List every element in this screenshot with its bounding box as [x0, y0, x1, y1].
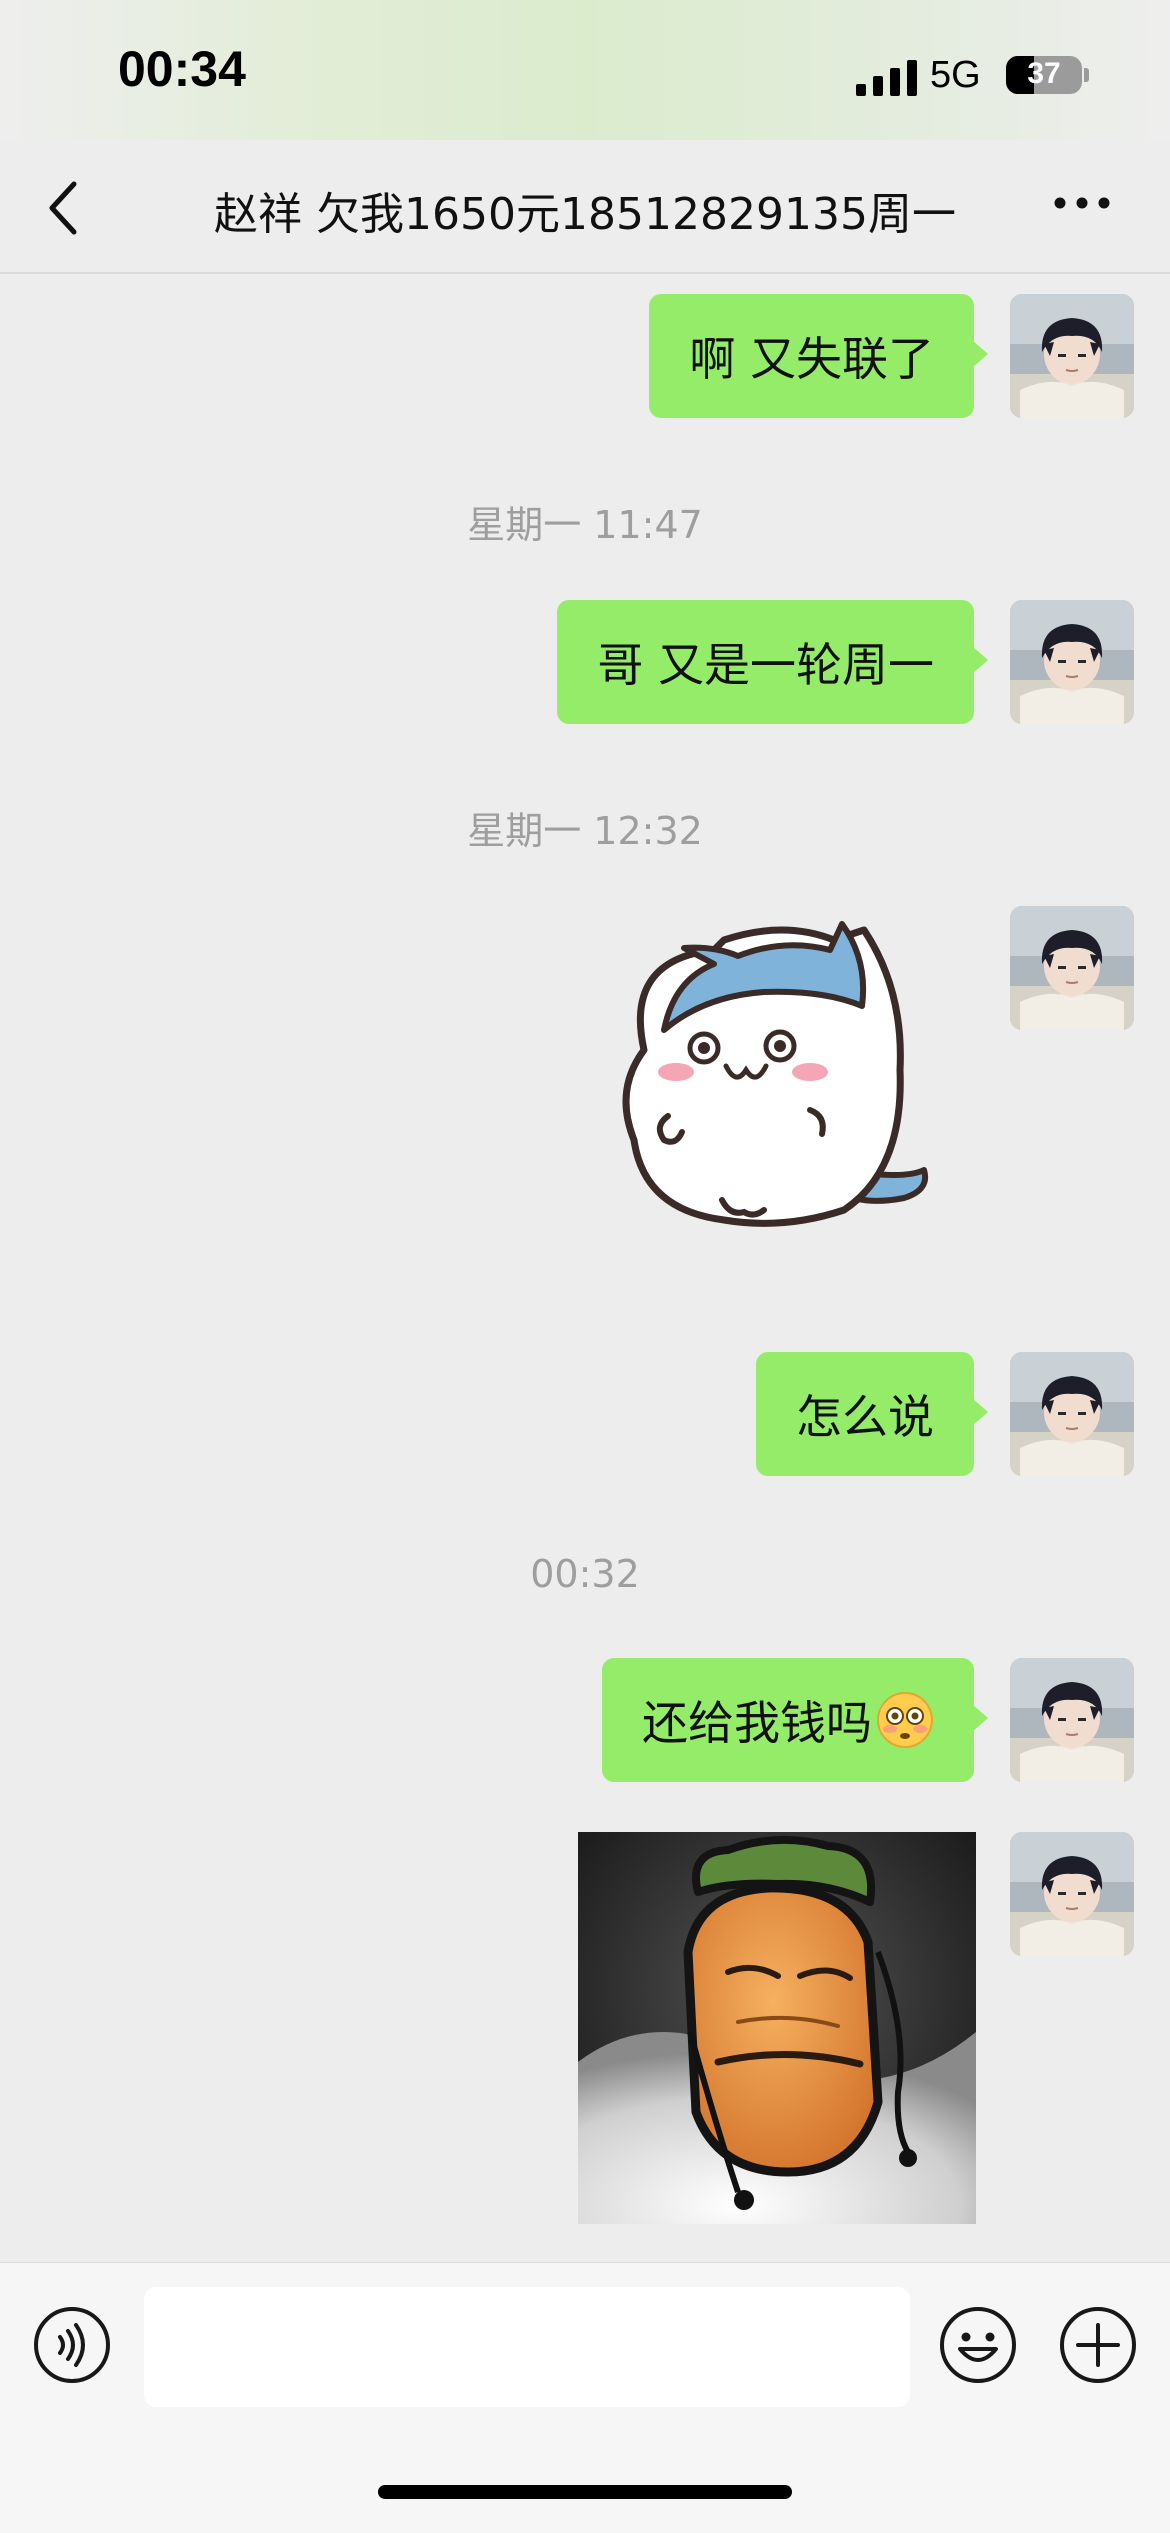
message-text: 还给我钱吗 — [642, 1696, 872, 1750]
voice-icon[interactable] — [32, 2305, 112, 2385]
carrot-meme-sticker[interactable] — [578, 1832, 976, 2224]
message-input[interactable] — [144, 2287, 910, 2407]
avatar[interactable] — [1010, 1352, 1134, 1476]
avatar[interactable] — [1010, 294, 1134, 418]
chat-title: 赵祥 欠我1650元18512829135周一 — [214, 189, 956, 240]
battery-icon: 37 — [1006, 56, 1082, 94]
message-bubble[interactable]: 怎么说 — [756, 1352, 988, 1476]
back-arrow-icon[interactable] — [44, 178, 84, 238]
network-label: 5G — [930, 54, 981, 96]
cat-sticker[interactable] — [604, 920, 944, 1240]
message-bubble[interactable]: 哥 又是一轮周一 — [557, 600, 988, 724]
message-text: 哥 又是一轮周一 — [597, 638, 934, 692]
more-dots-icon[interactable] — [1052, 188, 1112, 218]
avatar-image — [1010, 600, 1134, 724]
status-time: 00:34 — [118, 41, 246, 97]
emoji-icon[interactable] — [938, 2305, 1018, 2385]
input-bar — [0, 2262, 1170, 2533]
message-text: 啊 又失联了 — [689, 332, 934, 386]
avatar[interactable] — [1010, 1658, 1134, 1782]
timestamp: 00:32 — [530, 1552, 640, 1596]
avatar-image — [1010, 1832, 1134, 1956]
avatar-image — [1010, 906, 1134, 1030]
timestamp: 星期一 12:32 — [467, 809, 703, 853]
avatar-image — [1010, 1352, 1134, 1476]
timestamp: 星期一 11:47 — [467, 503, 703, 547]
message-bubble[interactable]: 还给我钱吗 — [602, 1658, 988, 1782]
home-indicator — [378, 2485, 792, 2499]
status-bar: 00:34 5G 37 — [0, 0, 1170, 140]
battery-level: 37 — [1027, 57, 1061, 90]
avatar[interactable] — [1010, 1832, 1134, 1956]
chat-header: 赵祥 欠我1650元18512829135周一 — [0, 140, 1170, 274]
avatar-image — [1010, 294, 1134, 418]
avatar-image — [1010, 1658, 1134, 1782]
message-text: 怎么说 — [796, 1390, 934, 1444]
message-bubble[interactable]: 啊 又失联了 — [649, 294, 988, 418]
flushed-face-icon — [877, 1692, 933, 1748]
battery-cap — [1084, 68, 1089, 82]
signal-icon — [856, 60, 917, 96]
avatar[interactable] — [1010, 600, 1134, 724]
add-icon[interactable] — [1058, 2305, 1138, 2385]
avatar[interactable] — [1010, 906, 1134, 1030]
